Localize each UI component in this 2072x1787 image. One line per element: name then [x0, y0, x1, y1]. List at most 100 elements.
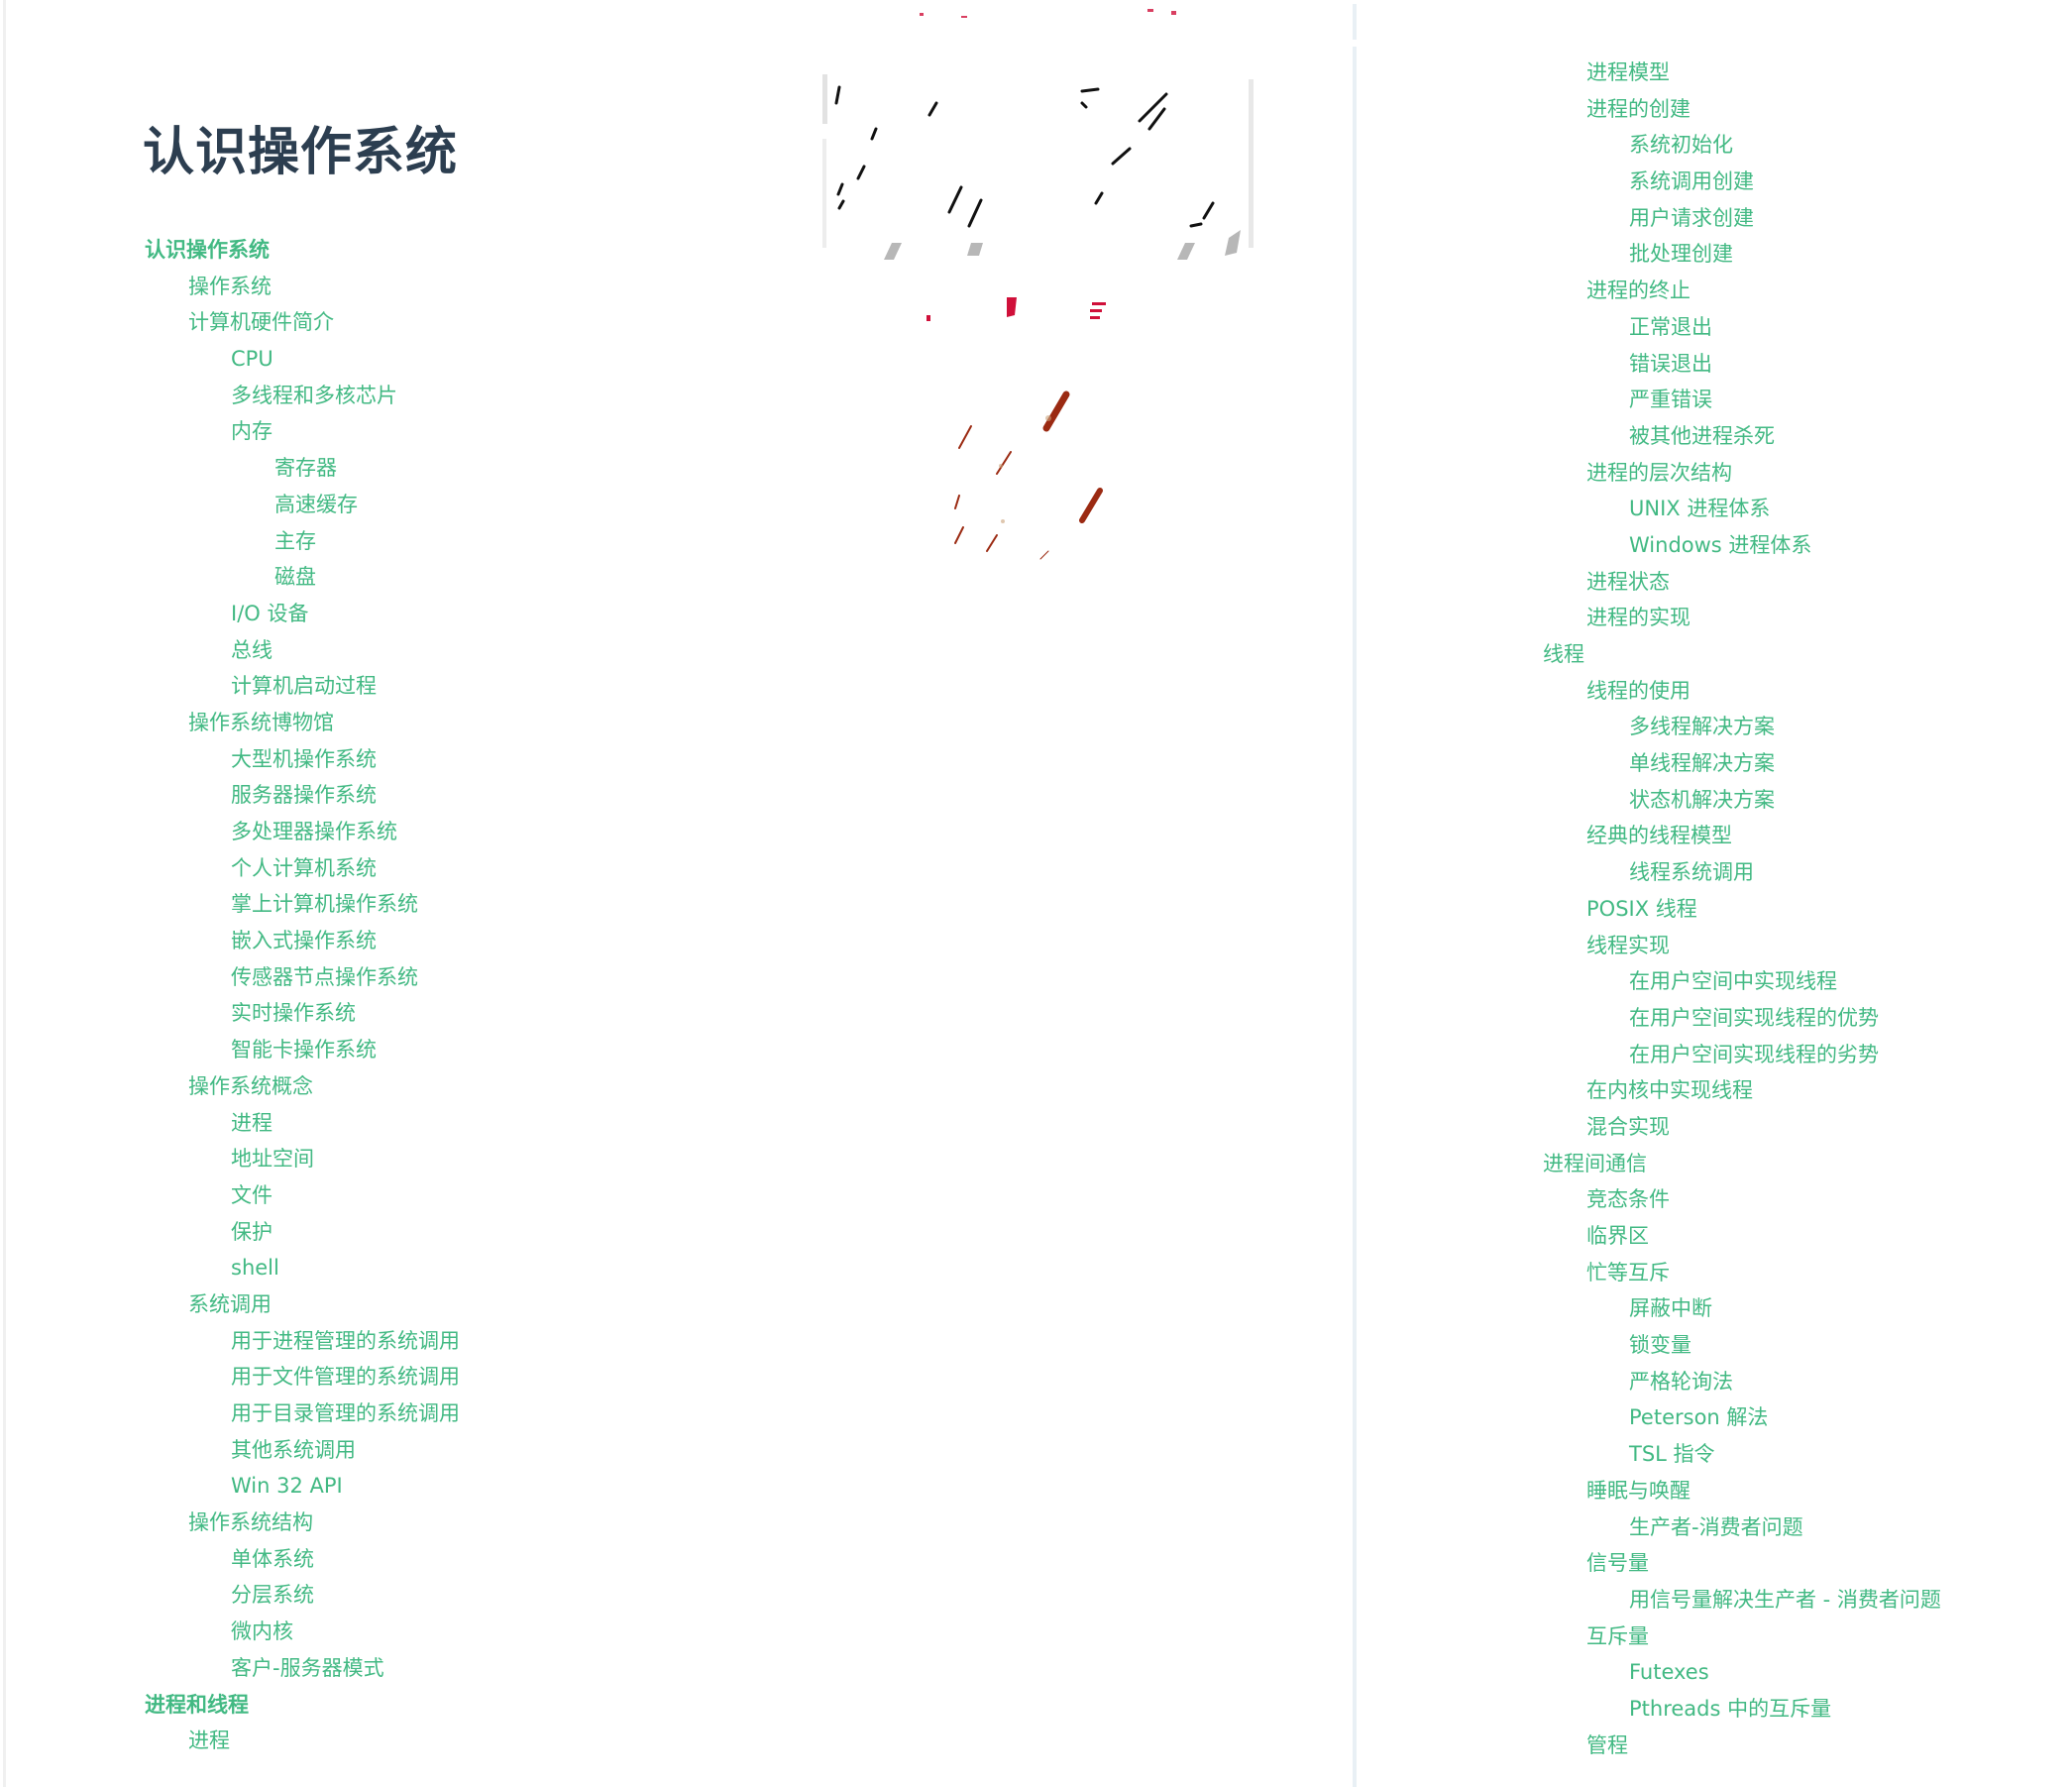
toc-link[interactable]: shell — [231, 1256, 279, 1280]
toc-link[interactable]: 锁变量 — [1629, 1333, 1691, 1357]
toc-link[interactable]: 高速缓存 — [274, 493, 358, 516]
page-title: 认识操作系统 — [143, 123, 459, 182]
toc-link[interactable]: 在用户空间实现线程的劣势 — [1629, 1043, 1879, 1066]
toc-link[interactable]: 正常退出 — [1629, 315, 1712, 339]
toc-link[interactable]: 生产者-消费者问题 — [1629, 1515, 1803, 1539]
toc-link[interactable]: 主存 — [274, 529, 316, 553]
toc-link[interactable]: 掌上计算机操作系统 — [231, 892, 418, 916]
toc-link[interactable]: 批处理创建 — [1629, 242, 1733, 266]
toc-link[interactable]: 实时操作系统 — [231, 1001, 356, 1025]
toc-link[interactable]: 总线 — [231, 638, 273, 662]
toc-link[interactable]: 操作系统 — [188, 275, 272, 298]
toc-link[interactable]: 内存 — [231, 419, 273, 443]
toc-link[interactable]: 被其他进程杀死 — [1629, 424, 1775, 448]
toc-link[interactable]: 进程模型 — [1586, 60, 1670, 84]
toc-link[interactable]: 线程实现 — [1586, 934, 1670, 957]
toc-link[interactable]: 单体系统 — [231, 1547, 314, 1571]
toc-item: 服务器操作系统 — [145, 777, 460, 814]
toc-link[interactable]: 微内核 — [231, 1619, 293, 1643]
toc-link[interactable]: 在内核中实现线程 — [1586, 1078, 1753, 1102]
toc-link[interactable]: 屏蔽中断 — [1629, 1296, 1712, 1320]
toc-link[interactable]: 操作系统结构 — [188, 1510, 313, 1534]
toc-link[interactable]: 操作系统博物馆 — [188, 711, 334, 734]
toc-link[interactable]: 用户请求创建 — [1629, 206, 1754, 230]
toc-link[interactable]: 智能卡操作系统 — [231, 1038, 377, 1061]
toc-link[interactable]: 其他系统调用 — [231, 1438, 356, 1462]
toc-link[interactable]: 进程间通信 — [1543, 1152, 1647, 1175]
toc-link[interactable]: 用于目录管理的系统调用 — [231, 1401, 460, 1425]
toc-link[interactable]: 用于文件管理的系统调用 — [231, 1365, 460, 1389]
toc-link[interactable]: 寄存器 — [274, 456, 337, 480]
toc-link[interactable]: 临界区 — [1586, 1224, 1649, 1248]
toc-item: 进程的创建 — [1543, 91, 1941, 128]
toc-link[interactable]: 用于进程管理的系统调用 — [231, 1329, 460, 1353]
toc-link[interactable]: 计算机启动过程 — [231, 674, 377, 698]
toc-link[interactable]: 忙等互斥 — [1586, 1261, 1670, 1284]
toc-link[interactable]: 传感器节点操作系统 — [231, 965, 418, 989]
toc-link[interactable]: 在用户空间实现线程的优势 — [1629, 1006, 1879, 1030]
toc-link[interactable]: 地址空间 — [231, 1147, 314, 1171]
toc-link[interactable]: 线程 — [1543, 642, 1584, 666]
toc-link[interactable]: 保护 — [231, 1220, 273, 1244]
toc-item: 计算机启动过程 — [145, 668, 460, 705]
toc-item: 经典的线程模型 — [1543, 818, 1941, 854]
toc-link[interactable]: POSIX 线程 — [1586, 897, 1697, 921]
toc-link[interactable]: 分层系统 — [231, 1583, 314, 1607]
toc-link[interactable]: TSL 指令 — [1629, 1442, 1715, 1466]
toc-link[interactable]: Win 32 API — [231, 1474, 343, 1498]
toc-link[interactable]: 信号量 — [1586, 1551, 1649, 1575]
toc-link[interactable]: 多处理器操作系统 — [231, 820, 397, 843]
toc-link[interactable]: 管程 — [1586, 1733, 1628, 1757]
toc-item: 进程模型 — [1543, 55, 1941, 91]
toc-link[interactable]: 竞态条件 — [1586, 1187, 1670, 1211]
toc-item: 计算机硬件简介 — [145, 304, 460, 341]
toc-link[interactable]: 进程的实现 — [1586, 606, 1690, 629]
toc-link[interactable]: 严重错误 — [1629, 388, 1712, 411]
toc-link[interactable]: 系统调用创建 — [1629, 169, 1754, 193]
toc-item: Win 32 API — [145, 1468, 460, 1505]
toc-link[interactable]: 磁盘 — [274, 565, 316, 589]
toc-link[interactable]: 进程的终止 — [1586, 279, 1690, 302]
toc-link[interactable]: Futexes — [1629, 1660, 1709, 1684]
toc-link[interactable]: 系统调用 — [188, 1292, 272, 1316]
toc-link[interactable]: 系统初始化 — [1629, 133, 1733, 157]
toc-link[interactable]: 线程的使用 — [1586, 679, 1690, 703]
toc-link[interactable]: 计算机硬件简介 — [188, 310, 334, 334]
toc-link[interactable]: 状态机解决方案 — [1629, 788, 1775, 812]
toc-link[interactable]: 严格轮询法 — [1629, 1370, 1733, 1394]
toc-item: 进程和线程 — [145, 1687, 460, 1724]
toc-link[interactable]: Windows 进程体系 — [1629, 533, 1811, 557]
toc-link[interactable]: 客户-服务器模式 — [231, 1656, 384, 1680]
toc-link[interactable]: 多线程解决方案 — [1629, 715, 1775, 738]
toc-link[interactable]: 文件 — [231, 1183, 273, 1207]
toc-link[interactable]: 多线程和多核芯片 — [231, 384, 397, 407]
toc-link[interactable]: 进程的层次结构 — [1586, 461, 1732, 485]
toc-link[interactable]: 互斥量 — [1586, 1624, 1649, 1648]
toc-link[interactable]: 大型机操作系统 — [231, 747, 377, 771]
toc-link[interactable]: 服务器操作系统 — [231, 783, 377, 807]
toc-link[interactable]: 进程的创建 — [1586, 97, 1690, 121]
toc-link[interactable]: 嵌入式操作系统 — [231, 929, 377, 952]
toc-link[interactable]: 进程 — [188, 1729, 230, 1752]
toc-link[interactable]: 线程系统调用 — [1629, 860, 1754, 884]
toc-link[interactable]: I/O 设备 — [231, 602, 308, 625]
toc-link[interactable]: 个人计算机系统 — [231, 856, 377, 880]
toc-item: 内存 — [145, 413, 460, 450]
toc-link[interactable]: 进程和线程 — [145, 1693, 249, 1717]
toc-link[interactable]: 进程状态 — [1586, 570, 1670, 594]
toc-link[interactable]: Pthreads 中的互斥量 — [1629, 1697, 1831, 1721]
toc-link[interactable]: 认识操作系统 — [145, 238, 270, 262]
toc-link[interactable]: CPU — [231, 347, 273, 371]
toc-link[interactable]: 错误退出 — [1629, 352, 1712, 376]
toc-link[interactable]: 单线程解决方案 — [1629, 751, 1775, 775]
toc-link[interactable]: 在用户空间中实现线程 — [1629, 969, 1837, 993]
toc-link[interactable]: 用信号量解决生产者 - 消费者问题 — [1629, 1588, 1941, 1612]
toc-link[interactable]: 睡眠与唤醒 — [1586, 1479, 1690, 1503]
toc-link[interactable]: 混合实现 — [1586, 1115, 1670, 1139]
toc-link[interactable]: Peterson 解法 — [1629, 1405, 1768, 1429]
toc-link[interactable]: 经典的线程模型 — [1586, 824, 1732, 847]
toc-link[interactable]: UNIX 进程体系 — [1629, 497, 1770, 520]
toc-link[interactable]: 操作系统概念 — [188, 1074, 313, 1098]
toc-item: 线程实现 — [1543, 928, 1941, 964]
toc-link[interactable]: 进程 — [231, 1111, 273, 1135]
